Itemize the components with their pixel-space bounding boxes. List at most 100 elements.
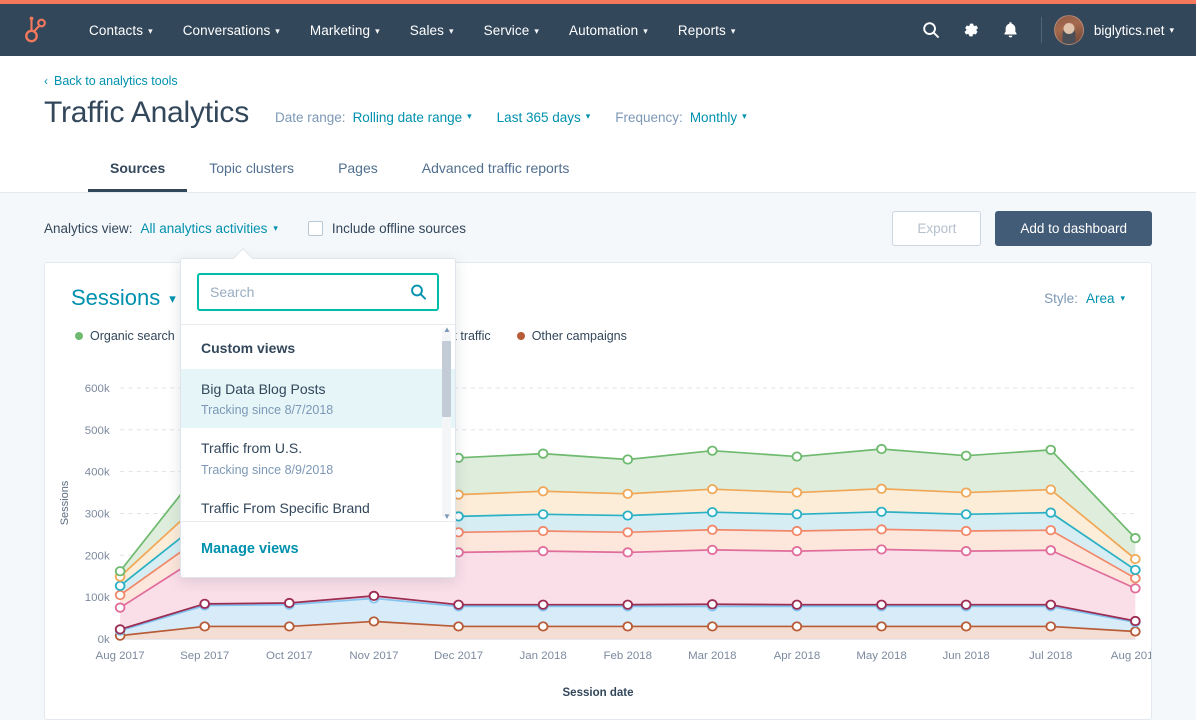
custom-views-list[interactable]: Big Data Blog PostsTracking since 8/7/20…: [181, 369, 455, 521]
data-point-marker[interactable]: [1046, 446, 1055, 454]
data-point-marker[interactable]: [454, 600, 463, 608]
data-point-marker[interactable]: [370, 617, 379, 625]
data-point-marker[interactable]: [1131, 617, 1140, 625]
data-point-marker[interactable]: [708, 622, 717, 630]
scrollbar-thumb[interactable]: [442, 341, 451, 417]
legend-item[interactable]: Organic search: [75, 329, 175, 343]
export-button[interactable]: Export: [892, 211, 981, 246]
data-point-marker[interactable]: [623, 490, 632, 498]
data-point-marker[interactable]: [1131, 555, 1140, 563]
gear-icon[interactable]: [951, 10, 991, 50]
data-point-marker[interactable]: [1046, 622, 1055, 630]
data-point-marker[interactable]: [623, 528, 632, 536]
data-point-marker[interactable]: [116, 591, 125, 599]
data-point-marker[interactable]: [539, 527, 548, 535]
avatar[interactable]: [1054, 15, 1084, 45]
list-item[interactable]: Traffic From Specific BrandTracking sinc…: [181, 488, 455, 521]
data-point-marker[interactable]: [708, 600, 717, 608]
nav-item-sales[interactable]: Sales ▾: [395, 17, 469, 44]
data-point-marker[interactable]: [962, 547, 971, 555]
data-point-marker[interactable]: [623, 622, 632, 630]
data-point-marker[interactable]: [1131, 584, 1140, 592]
bell-icon[interactable]: [991, 10, 1031, 50]
nav-item-automation[interactable]: Automation ▾: [554, 17, 663, 44]
data-point-marker[interactable]: [200, 622, 209, 630]
data-point-marker[interactable]: [116, 567, 125, 575]
search-icon[interactable]: [911, 10, 951, 50]
analytics-view-select[interactable]: All analytics activities ▾: [141, 221, 278, 236]
nav-item-conversations[interactable]: Conversations ▾: [168, 17, 295, 44]
tab-pages[interactable]: Pages: [316, 152, 400, 192]
data-point-marker[interactable]: [877, 508, 886, 516]
hubspot-sprocket-logo[interactable]: [18, 13, 52, 47]
legend-item[interactable]: Other campaigns: [517, 329, 627, 343]
data-point-marker[interactable]: [285, 599, 294, 607]
data-point-marker[interactable]: [793, 622, 802, 630]
data-point-marker[interactable]: [962, 488, 971, 496]
include-offline-sources-checkbox[interactable]: Include offline sources: [308, 221, 466, 236]
data-point-marker[interactable]: [962, 622, 971, 630]
data-point-marker[interactable]: [877, 525, 886, 533]
nav-item-contacts[interactable]: Contacts ▾: [74, 17, 168, 44]
data-point-marker[interactable]: [793, 488, 802, 496]
dropdown-scrollbar[interactable]: ▲ ▼: [442, 329, 451, 517]
data-point-marker[interactable]: [793, 547, 802, 555]
data-point-marker[interactable]: [877, 485, 886, 493]
data-point-marker[interactable]: [116, 582, 125, 590]
data-point-marker[interactable]: [1046, 600, 1055, 608]
data-point-marker[interactable]: [708, 485, 717, 493]
data-point-marker[interactable]: [623, 511, 632, 519]
data-point-marker[interactable]: [370, 592, 379, 600]
data-point-marker[interactable]: [539, 510, 548, 518]
data-point-marker[interactable]: [793, 600, 802, 608]
date-preset-select[interactable]: Last 365 days ▾: [497, 110, 591, 125]
data-point-marker[interactable]: [623, 600, 632, 608]
back-to-analytics-tools-link[interactable]: ‹ Back to analytics tools: [44, 56, 178, 88]
nav-item-service[interactable]: Service ▾: [469, 17, 554, 44]
data-point-marker[interactable]: [962, 600, 971, 608]
data-point-marker[interactable]: [962, 510, 971, 518]
data-point-marker[interactable]: [877, 600, 886, 608]
scroll-up-icon[interactable]: ▲: [443, 325, 451, 334]
frequency-select[interactable]: Monthly ▾: [690, 110, 747, 125]
data-point-marker[interactable]: [1131, 566, 1140, 574]
data-point-marker[interactable]: [539, 487, 548, 495]
nav-item-reports[interactable]: Reports ▾: [663, 17, 751, 44]
tab-topic-clusters[interactable]: Topic clusters: [187, 152, 316, 192]
data-point-marker[interactable]: [285, 622, 294, 630]
tab-advanced-traffic-reports[interactable]: Advanced traffic reports: [400, 152, 592, 192]
data-point-marker[interactable]: [1131, 627, 1140, 635]
list-item[interactable]: Big Data Blog PostsTracking since 8/7/20…: [181, 369, 455, 428]
data-point-marker[interactable]: [708, 526, 717, 534]
data-point-marker[interactable]: [539, 600, 548, 608]
manage-views-link[interactable]: Manage views: [201, 541, 299, 557]
tab-sources[interactable]: Sources: [88, 152, 187, 192]
data-point-marker[interactable]: [708, 446, 717, 454]
data-point-marker[interactable]: [708, 546, 717, 554]
data-point-marker[interactable]: [962, 527, 971, 535]
data-point-marker[interactable]: [793, 527, 802, 535]
data-point-marker[interactable]: [200, 600, 209, 608]
metric-select[interactable]: Sessions ▾: [71, 285, 176, 311]
data-point-marker[interactable]: [793, 510, 802, 518]
data-point-marker[interactable]: [1046, 485, 1055, 493]
data-point-marker[interactable]: [708, 508, 717, 516]
search-input[interactable]: [197, 273, 439, 311]
account-menu[interactable]: biglytics.net ▾: [1094, 23, 1174, 38]
nav-item-marketing[interactable]: Marketing ▾: [295, 17, 395, 44]
data-point-marker[interactable]: [539, 449, 548, 457]
data-point-marker[interactable]: [539, 547, 548, 555]
data-point-marker[interactable]: [1046, 508, 1055, 516]
data-point-marker[interactable]: [1046, 546, 1055, 554]
style-select[interactable]: Area ▾: [1086, 291, 1125, 306]
data-point-marker[interactable]: [877, 545, 886, 553]
data-point-marker[interactable]: [623, 455, 632, 463]
data-point-marker[interactable]: [793, 452, 802, 460]
data-point-marker[interactable]: [1131, 574, 1140, 582]
data-point-marker[interactable]: [1131, 534, 1140, 542]
data-point-marker[interactable]: [454, 622, 463, 630]
data-point-marker[interactable]: [962, 452, 971, 460]
data-point-marker[interactable]: [1046, 526, 1055, 534]
scroll-down-icon[interactable]: ▼: [443, 512, 451, 521]
list-item[interactable]: Traffic from U.S.Tracking since 8/9/2018: [181, 428, 455, 487]
